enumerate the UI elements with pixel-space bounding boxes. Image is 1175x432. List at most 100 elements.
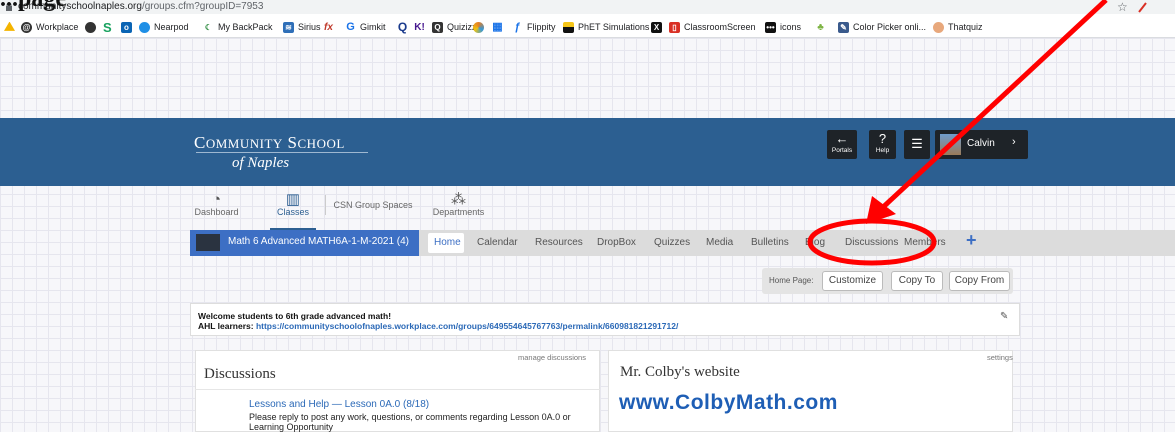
icons-dots-icon: ••• — [765, 21, 776, 33]
bookmark-phet[interactable]: PhET Simulations — [563, 21, 649, 33]
tab-dropbox[interactable]: DropBox — [597, 237, 636, 248]
welcome-heading: Welcome students to 6th grade advanced m… — [198, 311, 392, 321]
class-name: Math 6 Advanced MATH6A-1-M-2021 (4) — [228, 236, 410, 247]
bookmark-sirius[interactable]: ≋ Sirius — [283, 21, 321, 33]
classes-icon: ▥ — [285, 191, 301, 208]
bookmark-thatquiz[interactable]: Thatquiz — [933, 21, 983, 33]
fx-icon: fx — [324, 21, 333, 33]
bookmark-label: Thatquiz — [948, 22, 983, 32]
tab-calendar[interactable]: Calendar — [477, 237, 518, 248]
q-icon: Q — [397, 19, 408, 34]
discussion-topic-link[interactable]: Lessons and Help — Lesson 0A.0 (8/18) — [249, 399, 429, 410]
portals-button[interactable]: ← Portals — [827, 130, 857, 159]
nav-classes[interactable]: ▥ Classes — [270, 191, 316, 217]
help-button[interactable]: ? Help — [869, 130, 896, 159]
document-title-fragment: ...page — [0, 0, 66, 11]
tab-blog[interactable]: Blog — [805, 237, 825, 248]
bookmark-flippity[interactable]: ƒ Flippity — [512, 20, 556, 33]
bookmark-label: Flippity — [527, 22, 556, 32]
home-page-label: Home Page: — [769, 276, 814, 285]
bookmark-outlook[interactable]: o — [121, 21, 136, 33]
manage-discussions-link[interactable]: manage discussions — [518, 353, 586, 362]
bookmark-q[interactable]: Q — [397, 21, 412, 33]
bookmark-color-picker[interactable]: ✎ Color Picker onli... — [838, 21, 926, 33]
bookmark-label: PhET Simulations — [578, 22, 650, 32]
flippity-icon: ƒ — [514, 20, 521, 33]
dark-circle-icon — [85, 21, 96, 33]
nav-departments[interactable]: ⁂ Departments — [426, 191, 491, 217]
website-link[interactable]: www.ColbyMath.com — [619, 391, 838, 415]
gimkit-icon: G — [346, 20, 355, 33]
school-logo-line2: of Naples — [232, 155, 290, 171]
bookmark-my-backpack[interactable]: ☾ My BackPack — [203, 21, 273, 33]
people-icon: ⁂ — [451, 191, 466, 208]
bookmark-drive[interactable] — [4, 21, 19, 33]
bookmark-gimkit[interactable]: G Gimkit — [345, 20, 386, 33]
school-logo-line1[interactable]: COMMUNITY SCHOOL — [194, 133, 345, 153]
tab-home[interactable]: Home — [434, 237, 461, 248]
add-tab-plus-icon[interactable]: + — [966, 230, 977, 251]
discussions-title: Discussions — [204, 366, 276, 382]
avatar — [940, 134, 961, 155]
copy-to-button[interactable]: Copy To — [891, 271, 943, 291]
logo-divider — [196, 152, 368, 153]
customize-button[interactable]: Customize — [822, 271, 883, 291]
contacts-button[interactable]: ☰ — [904, 130, 930, 159]
bookmark-label: Gimkit — [360, 22, 386, 32]
bookmark-star-icon[interactable]: ☆ — [1117, 0, 1128, 14]
quizizz-icon: Q — [432, 21, 443, 33]
ahl-label: AHL learners: — [198, 321, 256, 331]
bookmark-label: Nearpod — [154, 22, 189, 32]
bookmark-label: Color Picker onli... — [853, 22, 927, 32]
contacts-icon: ☰ — [911, 136, 923, 151]
nav-csn-group-spaces[interactable]: CSN Group Spaces — [333, 200, 413, 210]
discussions-divider — [195, 389, 600, 390]
settings-link[interactable]: settings — [987, 353, 1013, 362]
bookmarks-bar: @ Workplace S o Nearpod ☾ My BackPack ≋ Sir… — [0, 14, 1175, 38]
bookmark-dark-circle[interactable] — [85, 21, 100, 33]
logo-word: OMMUNITY — [205, 136, 283, 151]
bookmark-s[interactable]: S — [103, 19, 112, 35]
tab-resources[interactable]: Resources — [535, 237, 583, 248]
copy-from-button[interactable]: Copy From — [949, 271, 1010, 291]
bookmark-plant[interactable]: ♣ — [815, 21, 830, 33]
tab-discussions[interactable]: Discussions — [845, 237, 898, 248]
outlook-icon: o — [121, 21, 132, 33]
arrow-left-icon: ← — [835, 131, 849, 146]
nav-label: Dashboard — [194, 207, 239, 217]
nav-dashboard[interactable]: ◔ Dashboard — [189, 192, 244, 217]
tab-members[interactable]: Members — [904, 237, 946, 248]
website-title: Mr. Colby's website — [620, 364, 740, 380]
bookmark-x[interactable]: X — [651, 21, 666, 33]
google-drive-icon — [4, 21, 15, 31]
bookmark-fx[interactable]: fx — [324, 21, 333, 33]
bookmark-workplace[interactable]: @ Workplace — [21, 21, 78, 33]
bookmark-label: ClassroomScreen — [684, 22, 756, 32]
bookmark-kahoot[interactable]: K! — [414, 21, 429, 33]
s-letter-icon: S — [103, 19, 112, 35]
discussion-topic-description: Please reply to post any work, questions… — [249, 412, 571, 432]
bookmark-nearpod[interactable]: Nearpod — [139, 21, 189, 33]
pen-icon[interactable] — [1137, 1, 1149, 13]
tab-bulletins[interactable]: Bulletins — [751, 237, 789, 248]
bookmark-colorful[interactable] — [473, 21, 488, 33]
logo-letter: C — [194, 133, 206, 152]
tab-quizzes[interactable]: Quizzes — [654, 237, 690, 248]
plant-icon: ♣ — [817, 21, 824, 33]
bookmark-quizizz[interactable]: Q Quizizz — [432, 21, 477, 33]
welcome-ahl-line: AHL learners: https://communityschoolofn… — [198, 321, 678, 331]
kahoot-icon: K! — [414, 21, 425, 33]
logo-word: CHOOL — [297, 136, 345, 151]
bookmark-calendar[interactable]: ▦ — [492, 21, 507, 33]
bookmark-classroomscreen[interactable]: ▯ ClassroomScreen — [669, 21, 756, 33]
class-thumbnail — [196, 234, 220, 251]
edit-pencil-icon[interactable]: ✎ — [1000, 311, 1008, 322]
bookmark-icons[interactable]: ••• icons — [765, 21, 801, 33]
tab-media[interactable]: Media — [706, 237, 733, 248]
thatquiz-icon — [933, 21, 944, 33]
x-box-icon: X — [651, 21, 662, 33]
phet-icon — [563, 21, 574, 33]
bookmark-label: icons — [780, 22, 802, 32]
bookmark-label: Workplace — [36, 22, 79, 32]
ahl-link[interactable]: https://communityschoolofnaples.workplac… — [256, 321, 678, 331]
